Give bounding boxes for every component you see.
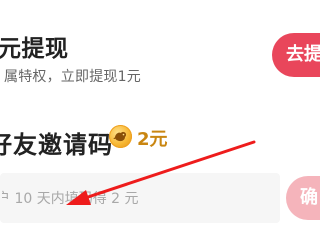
invite-code-input[interactable] bbox=[0, 173, 274, 225]
confirm-button[interactable]: 确 bbox=[286, 176, 320, 220]
withdraw-title: 元提现 bbox=[0, 36, 69, 62]
invite-code-input-row bbox=[0, 173, 280, 225]
invite-code-title: 好友邀请码 bbox=[0, 131, 113, 159]
reward-amount: 2元 bbox=[137, 129, 168, 150]
withdraw-button[interactable]: 去提 bbox=[272, 33, 320, 77]
withdraw-description: 属特权，立即提现1元 bbox=[4, 69, 141, 85]
invite-reward-page: 元提现 属特权，立即提现1元 去提 好友邀请码 2元 确 bbox=[0, 0, 320, 240]
coin-icon bbox=[109, 125, 132, 148]
